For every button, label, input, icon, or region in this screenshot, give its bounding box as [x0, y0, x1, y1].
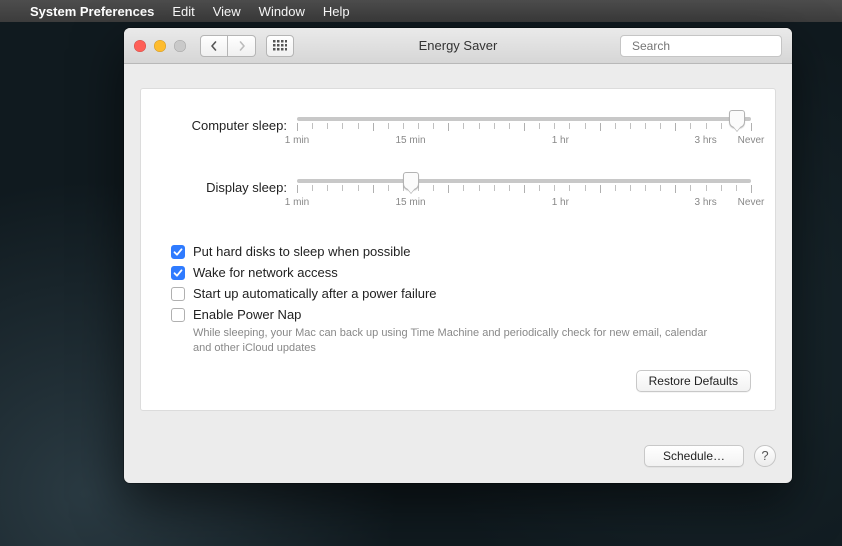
slider-mark: Never	[738, 135, 765, 146]
check-wake-label: Wake for network access	[193, 265, 338, 280]
window-footer: Schedule… ?	[124, 431, 792, 483]
check-powerfail-label: Start up automatically after a power fai…	[193, 286, 437, 301]
search-field[interactable]	[620, 35, 782, 57]
computer-sleep-thumb[interactable]	[729, 110, 745, 128]
checkbox-powernap[interactable]	[171, 308, 185, 322]
display-sleep-thumb[interactable]	[403, 172, 419, 190]
menubar: System Preferences Edit View Window Help	[0, 0, 842, 22]
help-button[interactable]: ?	[754, 445, 776, 467]
check-hdd-label: Put hard disks to sleep when possible	[193, 244, 411, 259]
display-sleep-label: Display sleep:	[165, 179, 297, 209]
show-all-button[interactable]	[266, 35, 294, 57]
restore-defaults-button[interactable]: Restore Defaults	[636, 370, 751, 392]
prefs-window: Energy Saver Computer sleep: 1 min 15 min…	[124, 28, 792, 483]
check-powernap-label: Enable Power Nap	[193, 307, 301, 322]
check-powernap[interactable]: Enable Power Nap	[165, 304, 751, 325]
menu-window[interactable]: Window	[259, 4, 305, 19]
slider-mark: 15 min	[395, 135, 425, 146]
app-menu[interactable]: System Preferences	[30, 4, 154, 19]
menu-edit[interactable]: Edit	[172, 4, 194, 19]
display-sleep-row: Display sleep: 1 min15 min1 hr3 hrsNever	[165, 179, 751, 209]
forward-button[interactable]	[228, 35, 256, 57]
slider-mark: 1 min	[285, 135, 309, 146]
slider-mark: 3 hrs	[694, 135, 716, 146]
computer-sleep-row: Computer sleep: 1 min15 min1 hr3 hrsNeve…	[165, 117, 751, 147]
checkbox-wake[interactable]	[171, 266, 185, 280]
titlebar: Energy Saver	[124, 28, 792, 64]
minimize-button[interactable]	[154, 40, 166, 52]
back-button[interactable]	[200, 35, 228, 57]
settings-panel: Computer sleep: 1 min 15 min 1 hr 3 hrs Neve…	[140, 88, 776, 411]
slider-mark: 15 min	[395, 197, 425, 208]
checkbox-powerfail[interactable]	[171, 287, 185, 301]
check-powerfail[interactable]: Start up automatically after a power fai…	[165, 283, 751, 304]
nav-seg	[200, 35, 256, 57]
slider-mark: 3 hrs	[694, 197, 716, 208]
schedule-button[interactable]: Schedule…	[644, 445, 744, 467]
slider-mark: 1 hr	[552, 135, 569, 146]
powernap-helper: While sleeping, your Mac can back up usi…	[193, 326, 713, 356]
slider-mark: 1 min	[285, 197, 309, 208]
menu-view[interactable]: View	[213, 4, 241, 19]
display-sleep-slider[interactable]	[297, 179, 751, 183]
slider-mark: Never	[738, 197, 765, 208]
grid-icon	[273, 40, 287, 52]
check-wake[interactable]: Wake for network access	[165, 262, 751, 283]
computer-sleep-label: Computer sleep:	[165, 117, 297, 147]
traffic-lights	[134, 40, 186, 52]
checkbox-hdd[interactable]	[171, 245, 185, 259]
search-input[interactable]	[632, 39, 787, 53]
slider-mark: 1 hr	[552, 197, 569, 208]
computer-sleep-slider[interactable]	[297, 117, 751, 121]
check-hdd[interactable]: Put hard disks to sleep when possible	[165, 241, 751, 262]
zoom-button[interactable]	[174, 40, 186, 52]
menu-help[interactable]: Help	[323, 4, 350, 19]
close-button[interactable]	[134, 40, 146, 52]
